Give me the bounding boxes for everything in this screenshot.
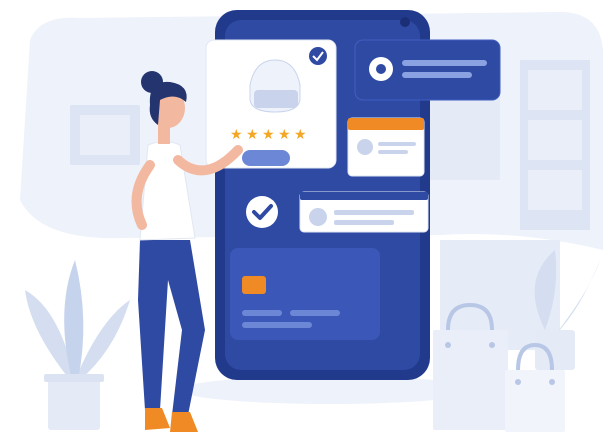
potted-plant-icon: [25, 260, 130, 430]
plant-icon: [534, 250, 600, 370]
verified-badge-icon: [309, 47, 327, 65]
product-card: ★ ★ ★ ★ ★: [205, 39, 337, 169]
gear-icon: [369, 57, 393, 81]
star-icon: ★: [262, 127, 275, 143]
user-card: [299, 191, 429, 233]
star-icon: ★: [246, 127, 259, 143]
buy-button[interactable]: [242, 150, 290, 166]
star-icon: ★: [294, 127, 307, 143]
star-icon: ★: [278, 127, 291, 143]
illustration-canvas: ★ ★ ★ ★ ★: [0, 0, 603, 437]
rating-stars: ★ ★ ★ ★ ★: [230, 127, 307, 143]
settings-card: [354, 39, 501, 101]
browser-window-card: [347, 117, 425, 177]
star-icon: ★: [230, 127, 243, 143]
check-icon: [246, 196, 278, 228]
credit-card-icon: [230, 248, 380, 340]
ecommerce-illustration: ★ ★ ★ ★ ★: [20, 10, 603, 432]
